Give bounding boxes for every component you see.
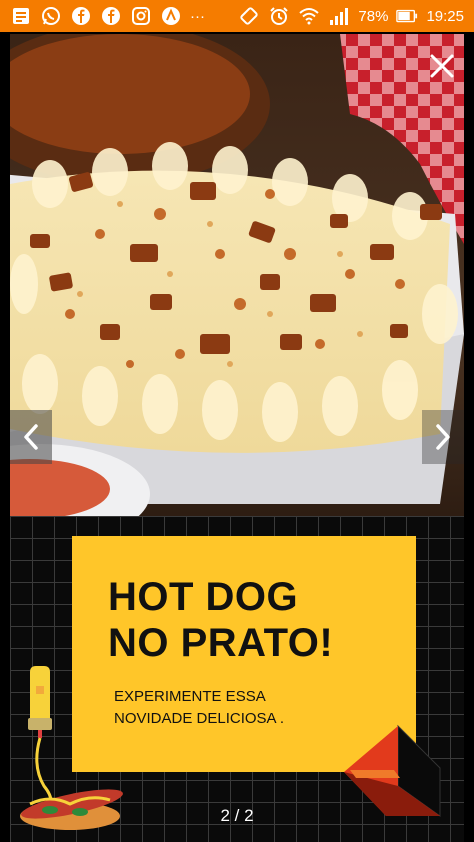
previous-image-button[interactable] (10, 410, 52, 464)
rotate-icon (238, 5, 260, 27)
notes-icon (10, 5, 32, 27)
battery-percentage: 78% (358, 7, 389, 25)
promo-title: HOT DOG NO PRATO! (108, 574, 333, 666)
instagram-icon (130, 5, 152, 27)
signal-icon (328, 5, 350, 27)
next-image-button[interactable] (422, 410, 464, 464)
close-button[interactable] (426, 50, 458, 82)
alarm-icon (268, 5, 290, 27)
promo-image: HOT DOG NO PRATO! EXPERIMENTE ESSA NOVID… (10, 516, 464, 842)
facebook-icon (100, 5, 122, 27)
chevron-left-icon (24, 424, 38, 450)
wifi-icon (298, 5, 320, 27)
page-indicator: 2 / 2 (220, 806, 254, 825)
promo-title-line1: HOT DOG (108, 575, 299, 619)
chevron-right-icon (436, 424, 450, 450)
image-viewer: HOT DOG NO PRATO! EXPERIMENTE ESSA NOVID… (0, 32, 474, 842)
battery-icon (396, 5, 418, 27)
clock: 19:25 (426, 7, 464, 25)
facebook-icon (70, 5, 92, 27)
status-bar: ··· 78% 19:25 (0, 0, 474, 32)
close-icon (430, 54, 454, 78)
whatsapp-icon (40, 5, 62, 27)
more-icon: ··· (190, 7, 205, 25)
app-a-icon (160, 5, 182, 27)
food-photo-image (10, 34, 464, 539)
promo-title-line2: NO PRATO! (108, 621, 334, 665)
